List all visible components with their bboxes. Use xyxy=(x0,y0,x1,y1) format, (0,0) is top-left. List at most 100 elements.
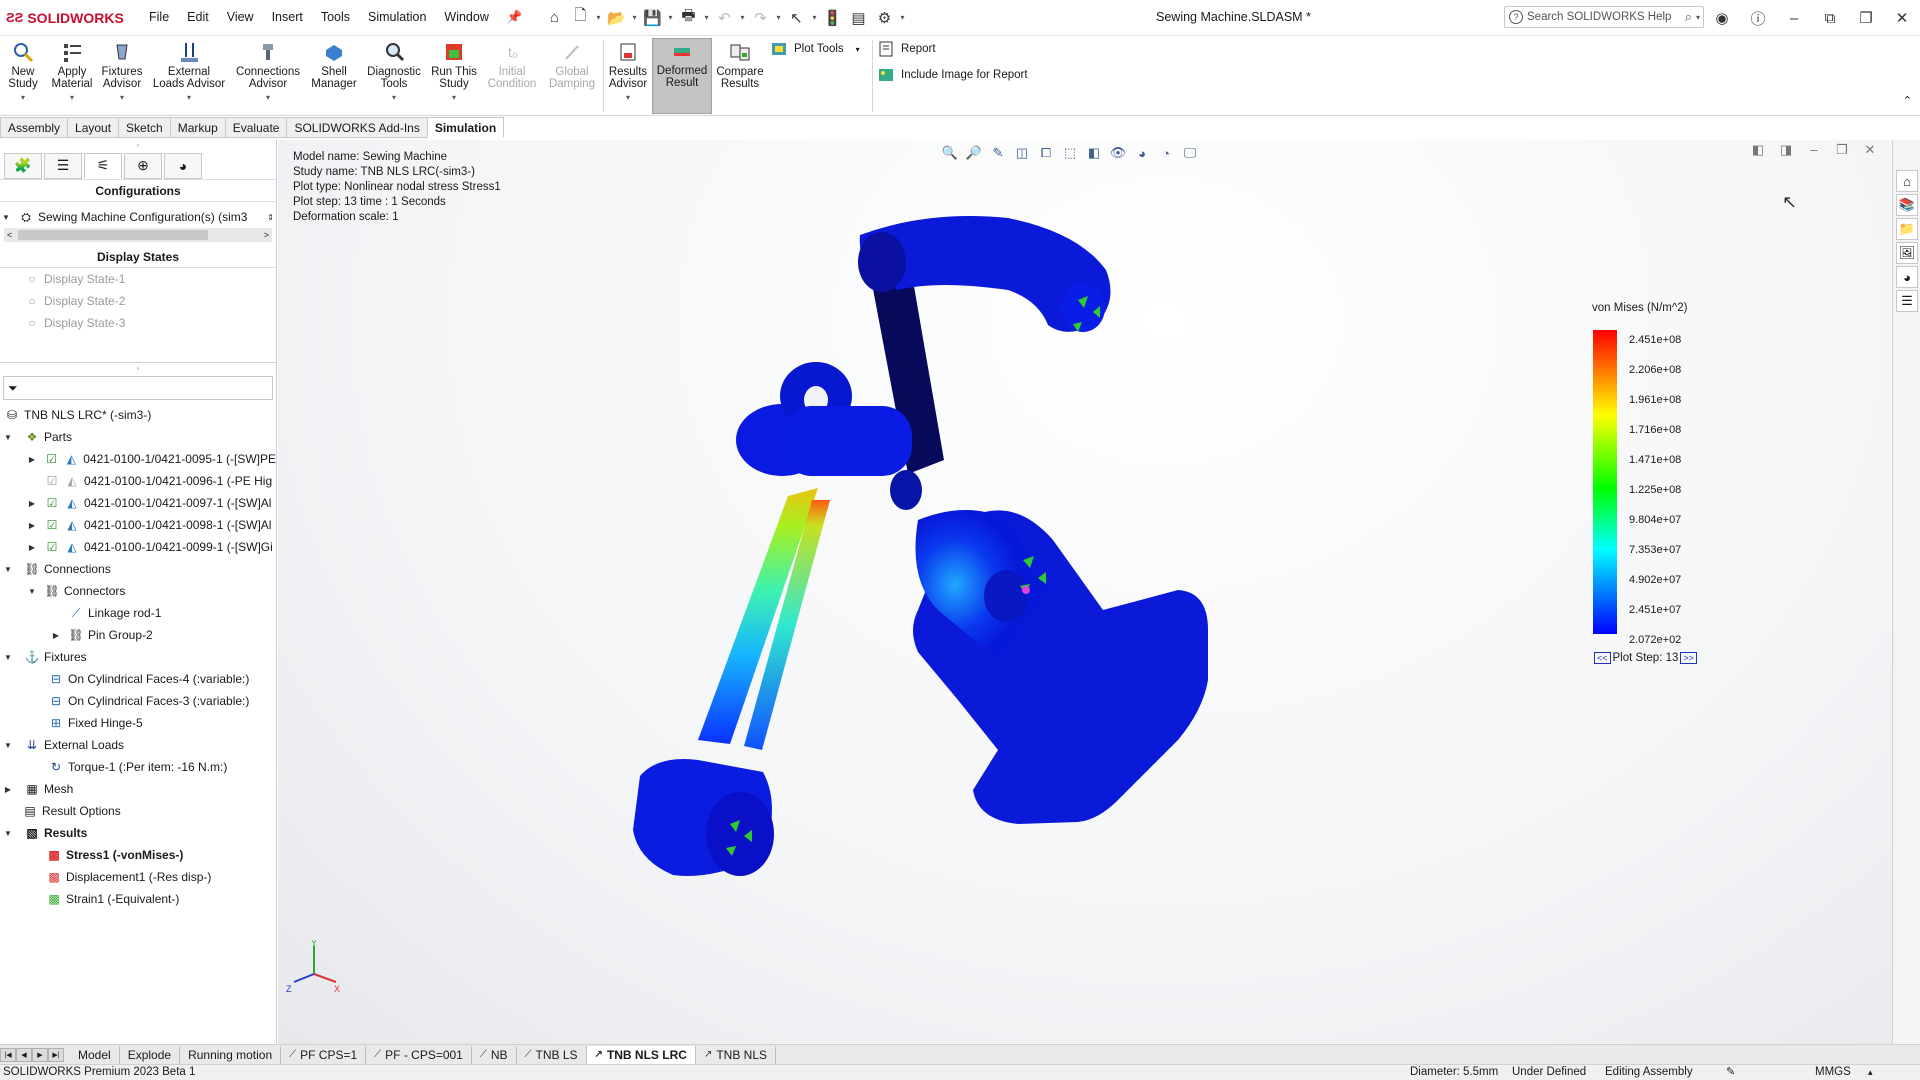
solidworks-logo[interactable]: ƧƧ SOLIDWORKS xyxy=(0,10,140,26)
select-icon[interactable]: ↖ xyxy=(783,7,809,29)
connections-advisor-button[interactable]: Connections Advisor ▾ xyxy=(234,40,302,104)
open-icon[interactable]: 📂 xyxy=(603,7,629,29)
report-button[interactable]: Report xyxy=(877,40,936,58)
fixture-item[interactable]: ⊟ On Cylindrical Faces-4 (:variable:) xyxy=(0,668,276,690)
apply-material-dropdown-icon[interactable]: ▾ xyxy=(70,92,74,104)
pin-group-item[interactable]: ▶ ⛓ Pin Group-2 xyxy=(0,624,276,646)
property-manager-tab-icon[interactable]: ☰ xyxy=(44,152,82,179)
options-dropdown-icon[interactable]: ▾ xyxy=(897,13,907,22)
new-document-icon[interactable]: 🗋 xyxy=(567,7,593,29)
menu-window[interactable]: Window xyxy=(435,10,497,25)
connections-dropdown-icon[interactable]: ▾ xyxy=(266,92,270,104)
tab-solidworks-add-ins[interactable]: SOLIDWORKS Add-Ins xyxy=(286,117,428,138)
mesh-node[interactable]: ▶ ▦ Mesh xyxy=(0,778,276,800)
torque-item[interactable]: ↻ Torque-1 (:Per item: -16 N.m:) xyxy=(0,756,276,778)
rebuild-status-icon[interactable]: ✎ xyxy=(1726,1065,1735,1080)
collapse-arrow-icon[interactable]: ▼ xyxy=(0,213,12,222)
tab-tnb-nls-lrc[interactable]: ↗ TNB NLS LRC xyxy=(586,1045,696,1064)
deformed-result-button[interactable]: Deformed Result xyxy=(652,38,712,114)
stress-plot-model[interactable] xyxy=(278,140,1892,1044)
tab-simulation[interactable]: Simulation xyxy=(426,117,505,138)
unit-dropdown-icon[interactable]: ▴ xyxy=(1868,1065,1873,1080)
connections-node[interactable]: ▼ ⛓ Connections xyxy=(0,558,276,580)
configuration-manager-tab-icon[interactable]: ⚟ xyxy=(84,152,122,179)
expand-arrow-icon[interactable]: ▶ xyxy=(26,543,38,552)
result-item[interactable]: ▩ Strain1 (-Equivalent-) xyxy=(0,888,276,910)
display-manager-tab-icon[interactable]: ◕ xyxy=(164,152,202,179)
print-icon[interactable]: 🖶 xyxy=(675,7,701,29)
expand-arrow-icon[interactable]: ▶ xyxy=(2,785,14,794)
plot-tools-button[interactable]: Plot Tools ▾ xyxy=(770,40,860,58)
run-study-dropdown-icon[interactable]: ▾ xyxy=(452,92,456,104)
part-item[interactable]: ☑ ◭ 0421-0100-1/0421-0096-1 (-PE Hig xyxy=(0,470,276,492)
result-item[interactable]: ▩ Displacement1 (-Res disp-) xyxy=(0,866,276,888)
appearances-icon[interactable]: ◕ xyxy=(1896,266,1918,288)
options-gear-icon[interactable]: ⚙ xyxy=(871,7,897,29)
display-state-item[interactable]: ○ Display State-3 xyxy=(0,312,276,334)
new-study-button[interactable]: New Study ▾ xyxy=(4,40,42,104)
tab-nb[interactable]: ⟋ NB xyxy=(472,1045,517,1064)
select-dropdown-icon[interactable]: ▾ xyxy=(809,13,819,22)
undo-dropdown-icon[interactable]: ▾ xyxy=(737,13,747,22)
tab-assembly[interactable]: Assembly xyxy=(0,117,69,138)
scrollbar-thumb[interactable] xyxy=(18,230,208,240)
menu-tools[interactable]: Tools xyxy=(312,10,359,25)
tab-tnb-nls[interactable]: ↗ TNB NLS xyxy=(696,1045,777,1064)
pane-splitter[interactable]: ◦ xyxy=(0,362,276,373)
new-study-dropdown-icon[interactable]: ▾ xyxy=(21,92,25,104)
part-item[interactable]: ▶ ☑ ◭ 0421-0100-1/0421-0098-1 (-[SW]Al xyxy=(0,514,276,536)
parts-node[interactable]: ▼ ❖ Parts xyxy=(0,426,276,448)
graphics-area[interactable]: Model name: Sewing Machine Study name: T… xyxy=(278,140,1892,1044)
results-advisor-button[interactable]: Results Advisor ▾ xyxy=(606,40,650,104)
part-item[interactable]: ▶ ☑ ◭ 0421-0100-1/0421-0099-1 (-[SW]Gi xyxy=(0,536,276,558)
search-dropdown-icon[interactable]: ▾ xyxy=(1696,13,1700,22)
minimize-icon[interactable]: – xyxy=(1776,10,1812,27)
save-dropdown-icon[interactable]: ▾ xyxy=(665,13,675,22)
scroll-spinner-icon[interactable]: ⇕ xyxy=(267,213,274,222)
study-root[interactable]: ⛁ TNB NLS LRC* (-sim3-) xyxy=(0,404,276,426)
collapse-arrow-icon[interactable]: ▼ xyxy=(2,433,14,442)
plot-tools-dropdown-icon[interactable]: ▾ xyxy=(856,45,860,54)
file-properties-icon[interactable]: ▤ xyxy=(845,7,871,29)
search-icon[interactable]: ⌕ xyxy=(1685,9,1692,25)
tab-running-motion[interactable]: Running motion xyxy=(180,1045,282,1064)
menu-simulation[interactable]: Simulation xyxy=(359,10,435,25)
first-tab-icon[interactable]: |◀ xyxy=(0,1047,16,1062)
tab-sketch[interactable]: Sketch xyxy=(118,117,171,138)
help-circle-icon[interactable]: ⓘ xyxy=(1740,8,1776,29)
collapse-arrow-icon[interactable]: ▼ xyxy=(2,653,14,662)
part-item[interactable]: ▶ ☑ ◭ 0421-0100-1/0421-0095-1 (-[SW]PE xyxy=(0,448,276,470)
tab-tnb-ls[interactable]: ⟋ TNB LS xyxy=(517,1045,587,1064)
fixture-item[interactable]: ⊟ On Cylindrical Faces-3 (:variable:) xyxy=(0,690,276,712)
new-dropdown-icon[interactable]: ▾ xyxy=(593,13,603,22)
file-explorer-icon[interactable]: 📁 xyxy=(1896,218,1918,240)
expand-arrow-icon[interactable]: ▶ xyxy=(26,521,38,530)
expand-arrow-icon[interactable]: ▶ xyxy=(50,631,62,640)
compare-results-button[interactable]: Compare Results xyxy=(716,40,764,90)
tab-model[interactable]: Model xyxy=(70,1045,120,1064)
shell-manager-button[interactable]: Shell Manager xyxy=(308,40,360,90)
collapse-arrow-icon[interactable]: ▼ xyxy=(2,565,14,574)
redo-dropdown-icon[interactable]: ▾ xyxy=(773,13,783,22)
tree-filter-input[interactable]: ⏷ xyxy=(3,376,273,400)
tab-markup[interactable]: Markup xyxy=(169,117,226,138)
scroll-right-icon[interactable]: > xyxy=(264,230,269,240)
solidworks-resources-icon[interactable]: ⌂ xyxy=(1896,170,1918,192)
external-loads-dropdown-icon[interactable]: ▾ xyxy=(187,92,191,104)
collapse-arrow-icon[interactable]: ▼ xyxy=(2,829,14,838)
view-palette-icon[interactable]: 🖼 xyxy=(1896,242,1918,264)
rebuild-icon[interactable]: 🚦 xyxy=(819,7,845,29)
results-advisor-dropdown-icon[interactable]: ▾ xyxy=(626,92,630,104)
external-loads-advisor-button[interactable]: External Loads Advisor ▾ xyxy=(151,40,227,104)
global-damping-button[interactable]: Global Damping xyxy=(544,40,600,90)
open-dropdown-icon[interactable]: ▾ xyxy=(629,13,639,22)
horizontal-scrollbar[interactable]: < > xyxy=(4,228,272,242)
close-icon[interactable]: ✕ xyxy=(1884,9,1920,27)
apply-material-button[interactable]: Apply Material ▾ xyxy=(50,40,94,104)
save-icon[interactable]: 💾 xyxy=(639,7,665,29)
tab-evaluate[interactable]: Evaluate xyxy=(224,117,288,138)
pin-icon[interactable]: 📌 xyxy=(498,10,532,25)
legend-color-bar[interactable] xyxy=(1593,330,1617,634)
configuration-item[interactable]: ▼ ⛭ Sewing Machine Configuration(s) (sim… xyxy=(0,206,276,228)
previous-tab-icon[interactable]: ◀ xyxy=(16,1047,32,1062)
